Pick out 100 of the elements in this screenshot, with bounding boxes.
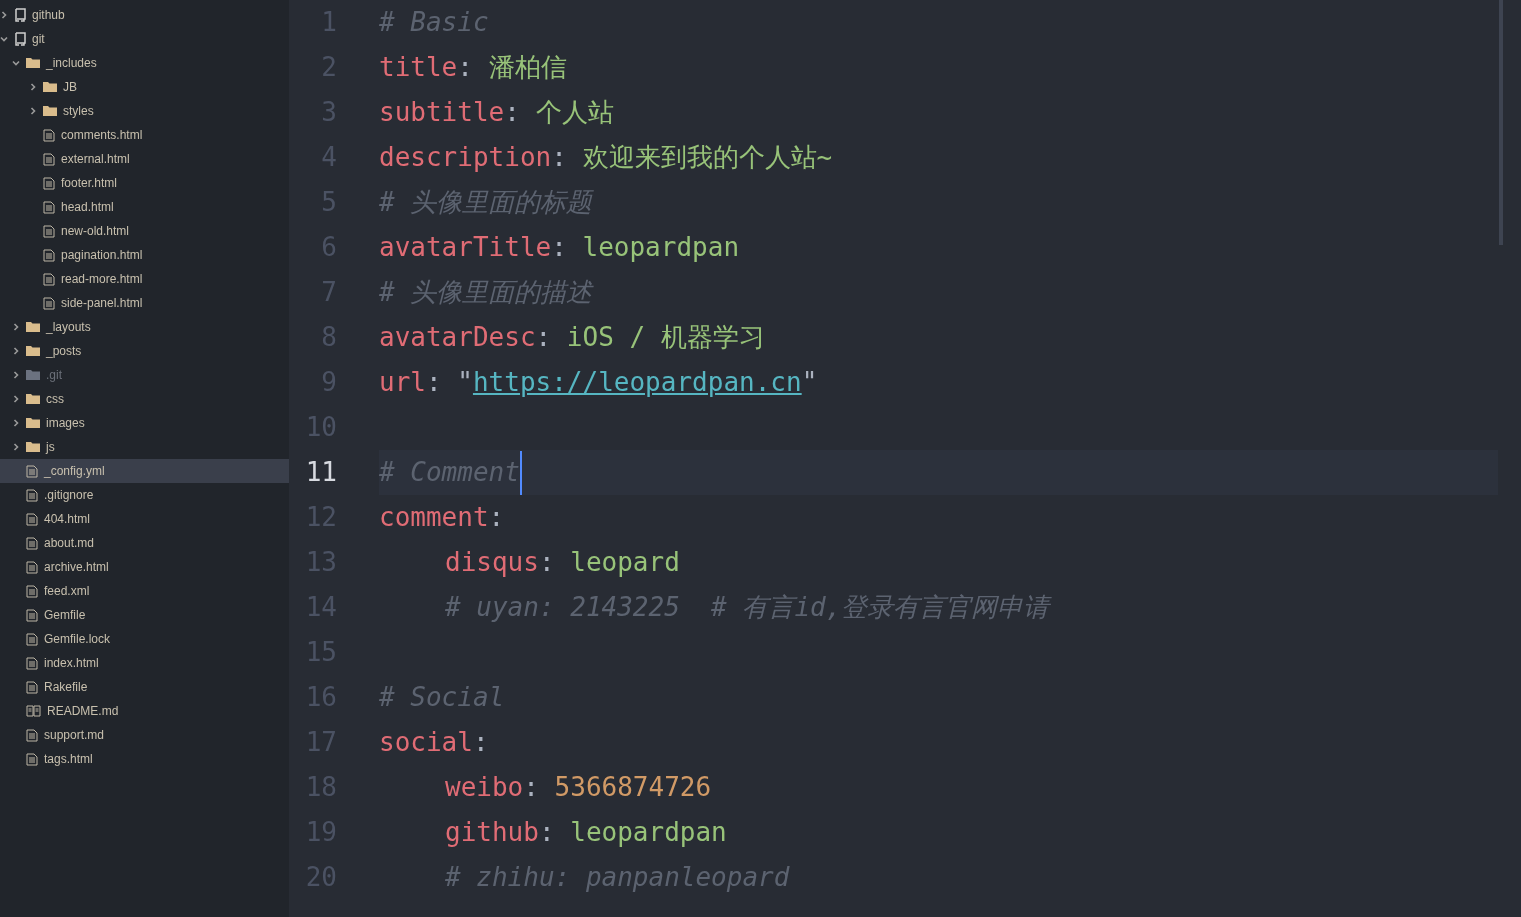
chevron-right-icon[interactable] bbox=[12, 323, 20, 331]
chevron-right-icon[interactable] bbox=[12, 395, 20, 403]
chevron-right-icon[interactable] bbox=[12, 371, 20, 379]
yaml-key: title bbox=[379, 48, 458, 87]
yaml-key: comment bbox=[379, 498, 489, 537]
file-icon bbox=[26, 512, 38, 526]
file-name: _posts bbox=[46, 343, 82, 360]
file-tree-item[interactable]: archive.html bbox=[0, 555, 289, 579]
chevron-down-icon[interactable] bbox=[0, 35, 8, 43]
file-name: Gemfile.lock bbox=[44, 631, 111, 648]
chevron-right-icon[interactable] bbox=[12, 419, 20, 427]
file-tree-item[interactable]: js bbox=[0, 435, 289, 459]
code-comment: # Basic bbox=[379, 6, 489, 39]
punctuation: : bbox=[457, 51, 474, 84]
punctuation: : bbox=[538, 816, 556, 849]
folder-icon bbox=[43, 105, 57, 117]
yaml-value: iOS / 机器学习 bbox=[566, 321, 765, 354]
file-tree-item[interactable]: about.md bbox=[0, 531, 289, 555]
file-tree-item[interactable]: read-more.html bbox=[0, 267, 289, 291]
file-icon bbox=[43, 128, 55, 142]
file-name: archive.html bbox=[44, 559, 109, 576]
punctuation: : bbox=[535, 321, 553, 354]
file-icon bbox=[43, 200, 55, 214]
chevron-right-icon[interactable] bbox=[12, 347, 20, 355]
file-name: _includes bbox=[46, 55, 97, 72]
file-tree-item[interactable]: Rakefile bbox=[0, 675, 289, 699]
file-icon bbox=[43, 152, 55, 166]
file-name: feed.xml bbox=[44, 583, 90, 600]
file-name: styles bbox=[63, 103, 94, 120]
code-comment: # uyan: 2143225 # 有言id,登录有言官网申请 bbox=[445, 591, 1050, 624]
yaml-key: url bbox=[379, 363, 426, 402]
folder-icon bbox=[26, 369, 40, 381]
file-tree-item[interactable]: _layouts bbox=[0, 315, 289, 339]
file-name: .gitignore bbox=[44, 487, 94, 504]
file-icon bbox=[43, 224, 55, 238]
file-name: Gemfile bbox=[44, 607, 86, 624]
chevron-right-icon[interactable] bbox=[12, 443, 20, 451]
file-tree-item[interactable]: README.md bbox=[0, 699, 289, 723]
yaml-value: 欢迎来到我的个人站~ bbox=[582, 141, 833, 174]
file-tree-item[interactable]: index.html bbox=[0, 651, 289, 675]
file-tree-item[interactable]: feed.xml bbox=[0, 579, 289, 603]
yaml-value: 个人站 bbox=[535, 96, 614, 129]
file-tree-item[interactable]: pagination.html bbox=[0, 243, 289, 267]
yaml-value: 潘柏信 bbox=[488, 51, 567, 84]
file-name: js bbox=[46, 439, 55, 456]
punctuation: : bbox=[504, 96, 521, 129]
book-icon bbox=[14, 31, 26, 47]
chevron-right-icon[interactable] bbox=[29, 83, 37, 91]
file-tree-item[interactable]: github bbox=[0, 3, 289, 27]
file-tree-item[interactable]: JB bbox=[0, 75, 289, 99]
file-tree-item[interactable]: new-old.html bbox=[0, 219, 289, 243]
file-tree-item[interactable]: styles bbox=[0, 99, 289, 123]
file-tree-item[interactable]: _config.yml bbox=[0, 459, 289, 483]
file-name: index.html bbox=[44, 655, 99, 672]
file-icon bbox=[26, 584, 38, 598]
folder-icon bbox=[26, 345, 40, 357]
yaml-key: weibo bbox=[445, 768, 524, 807]
file-tree-item[interactable]: head.html bbox=[0, 195, 289, 219]
file-name: side-panel.html bbox=[61, 295, 143, 312]
file-name: read-more.html bbox=[61, 271, 143, 288]
file-tree-item[interactable]: support.md bbox=[0, 723, 289, 747]
folder-icon bbox=[26, 393, 40, 405]
url-link[interactable]: https://leopardpan.cn bbox=[472, 363, 802, 402]
code-comment: # zhihu: panpanleopard bbox=[445, 861, 790, 894]
file-tree-item[interactable]: images bbox=[0, 411, 289, 435]
file-name: comments.html bbox=[61, 127, 143, 144]
folder-icon bbox=[43, 81, 57, 93]
file-icon bbox=[26, 656, 38, 670]
file-tree-item[interactable]: tags.html bbox=[0, 747, 289, 771]
file-icon bbox=[26, 536, 38, 550]
file-tree-item[interactable]: comments.html bbox=[0, 123, 289, 147]
punctuation: : bbox=[523, 771, 540, 804]
file-icon bbox=[43, 296, 55, 310]
file-name: github bbox=[32, 7, 65, 24]
file-tree-item[interactable]: git bbox=[0, 27, 289, 51]
file-tree-item[interactable]: _includes bbox=[0, 51, 289, 75]
open-book-icon bbox=[26, 705, 41, 717]
file-tree-item[interactable]: 404.html bbox=[0, 507, 289, 531]
file-icon bbox=[26, 680, 38, 694]
punctuation: " bbox=[801, 366, 818, 399]
punctuation: : bbox=[472, 726, 489, 759]
chevron-right-icon[interactable] bbox=[0, 11, 8, 19]
chevron-right-icon[interactable] bbox=[29, 107, 37, 115]
file-tree-item[interactable]: css bbox=[0, 387, 289, 411]
file-tree-item[interactable]: .gitignore bbox=[0, 483, 289, 507]
file-name: README.md bbox=[47, 703, 119, 720]
file-tree-item[interactable]: _posts bbox=[0, 339, 289, 363]
file-icon bbox=[43, 272, 55, 286]
file-tree-item[interactable]: Gemfile.lock bbox=[0, 627, 289, 651]
file-name: css bbox=[46, 391, 64, 408]
file-tree-item[interactable]: side-panel.html bbox=[0, 291, 289, 315]
folder-icon bbox=[26, 321, 40, 333]
folder-icon bbox=[26, 57, 40, 69]
file-name: about.md bbox=[44, 535, 95, 552]
file-tree-item[interactable]: external.html bbox=[0, 147, 289, 171]
file-tree-item[interactable]: Gemfile bbox=[0, 603, 289, 627]
punctuation: : bbox=[551, 231, 568, 264]
yaml-key: subtitle bbox=[379, 93, 505, 132]
file-tree-item[interactable]: footer.html bbox=[0, 171, 289, 195]
chevron-down-icon[interactable] bbox=[12, 59, 20, 67]
